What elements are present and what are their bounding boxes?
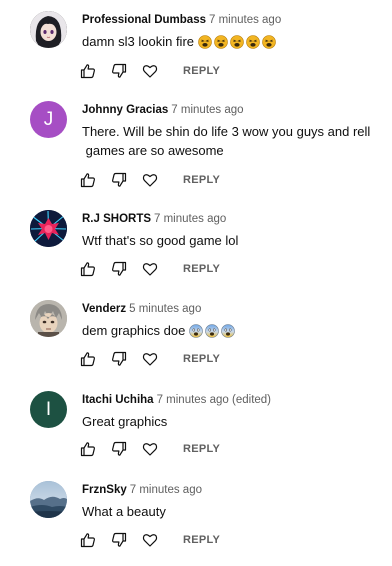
comment-body: Wtf that's so good game lol	[82, 233, 239, 248]
comment-actions: REPLY	[80, 170, 220, 190]
heart-icon[interactable]	[142, 351, 158, 367]
thumb-down-icon[interactable]	[111, 261, 127, 277]
avatar-image-neon-burst	[30, 210, 67, 247]
heart-icon[interactable]	[142, 172, 158, 188]
reply-button[interactable]: REPLY	[183, 174, 220, 186]
comment-timestamp[interactable]: 7 minutes ago	[209, 14, 281, 26]
comment-text: What a beauty	[82, 502, 382, 521]
comment-body: What a beauty	[82, 504, 166, 519]
comment-actions: REPLY	[80, 349, 220, 369]
comment-author[interactable]: FrznSky	[82, 484, 127, 496]
comment-actions: REPLY	[80, 61, 220, 81]
thumb-down-icon[interactable]	[111, 63, 127, 79]
fearful-face-emoji-icon	[189, 324, 203, 338]
avatar[interactable]	[30, 481, 67, 518]
tired-face-emoji-icon	[229, 35, 244, 49]
comment-text: Great graphics	[82, 412, 382, 431]
thumb-up-icon[interactable]	[80, 261, 96, 277]
avatar[interactable]	[30, 300, 67, 337]
comment-actions: REPLY	[80, 259, 220, 279]
comment-timestamp[interactable]: 5 minutes ago	[129, 303, 201, 315]
fearful-face-emoji-icon	[221, 324, 235, 338]
thumb-up-icon[interactable]	[80, 441, 96, 457]
avatar-image-anime-boy	[30, 300, 67, 337]
emoji-group	[189, 323, 237, 338]
reply-button[interactable]: REPLY	[183, 263, 220, 275]
comment: I Itachi Uchiha 7 minutes ago (edited) Gr…	[0, 391, 392, 481]
comment-timestamp[interactable]: 7 minutes ago	[154, 213, 226, 225]
thumb-down-icon[interactable]	[111, 351, 127, 367]
avatar[interactable]: J	[30, 101, 67, 138]
comment-actions: REPLY	[80, 439, 220, 459]
avatar-letter: I	[45, 398, 52, 420]
thumb-down-icon[interactable]	[111, 441, 127, 457]
tired-face-emoji-icon	[213, 35, 228, 49]
tired-face-emoji-icon	[197, 35, 212, 49]
avatar-image-anime-girl	[30, 11, 67, 48]
avatar[interactable]	[30, 210, 67, 247]
heart-icon[interactable]	[142, 261, 158, 277]
comment-author[interactable]: Johnny Gracias	[82, 104, 168, 116]
fearful-face-emoji-icon	[205, 324, 219, 338]
avatar[interactable]: I	[30, 391, 67, 428]
comment-text: There. Will be shin do life 3 wow you gu…	[82, 122, 382, 160]
thumb-down-icon[interactable]	[111, 172, 127, 188]
comment-timestamp[interactable]: 7 minutes ago	[171, 104, 243, 116]
avatar-image-landscape	[30, 481, 67, 518]
thumb-up-icon[interactable]	[80, 351, 96, 367]
reply-button[interactable]: REPLY	[183, 443, 220, 455]
comment-header: Professional Dumbass 7 minutes ago	[82, 12, 281, 28]
comment-author[interactable]: Itachi Uchiha	[82, 394, 154, 406]
heart-icon[interactable]	[142, 441, 158, 457]
thumb-down-icon[interactable]	[111, 532, 127, 548]
heart-icon[interactable]	[142, 63, 158, 79]
comment-header: Itachi Uchiha 7 minutes ago (edited)	[82, 392, 271, 408]
comment-body: There. Will be shin do life 3 wow you gu…	[82, 124, 371, 158]
comment: Professional Dumbass 7 minutes ago damn s…	[0, 11, 392, 101]
comments-list: Professional Dumbass 7 minutes ago damn s…	[0, 0, 392, 566]
comment-author[interactable]: R.J SHORTS	[82, 213, 151, 225]
comment: R.J SHORTS 7 minutes ago Wtf that's so go…	[0, 210, 392, 300]
comment-timestamp[interactable]: 7 minutes ago (edited)	[157, 394, 271, 406]
heart-icon[interactable]	[142, 532, 158, 548]
comment-header: R.J SHORTS 7 minutes ago	[82, 211, 226, 227]
comment-timestamp[interactable]: 7 minutes ago	[130, 484, 202, 496]
reply-button[interactable]: REPLY	[183, 534, 220, 546]
reply-button[interactable]: REPLY	[183, 353, 220, 365]
comment-actions: REPLY	[80, 530, 220, 550]
avatar[interactable]	[30, 11, 67, 48]
thumb-up-icon[interactable]	[80, 63, 96, 79]
comment: J Johnny Gracias 7 minutes ago There. Wil…	[0, 101, 392, 191]
comment-author[interactable]: Professional Dumbass	[82, 14, 206, 26]
emoji-group	[197, 34, 278, 49]
comment: Venderz 5 minutes ago dem graphics doe RE…	[0, 300, 392, 390]
reply-button[interactable]: REPLY	[183, 65, 220, 77]
comment-text: damn sl3 lookin fire	[82, 32, 382, 51]
tired-face-emoji-icon	[245, 35, 260, 49]
comment-header: Venderz 5 minutes ago	[82, 301, 201, 317]
comment-body: dem graphics doe	[82, 323, 186, 338]
comment-text: dem graphics doe	[82, 321, 382, 340]
avatar-letter: J	[43, 108, 54, 130]
comment-header: Johnny Gracias 7 minutes ago	[82, 102, 244, 118]
thumb-up-icon[interactable]	[80, 532, 96, 548]
comment-body: Great graphics	[82, 414, 168, 429]
comment-header: FrznSky 7 minutes ago	[82, 482, 202, 498]
tired-face-emoji-icon	[261, 35, 276, 49]
thumb-up-icon[interactable]	[80, 172, 96, 188]
comment-author[interactable]: Venderz	[82, 303, 126, 315]
comment: FrznSky 7 minutes ago What a beauty REPLY	[0, 481, 392, 566]
comment-text: Wtf that's so good game lol	[82, 231, 382, 250]
comment-body: damn sl3 lookin fire	[82, 34, 194, 49]
